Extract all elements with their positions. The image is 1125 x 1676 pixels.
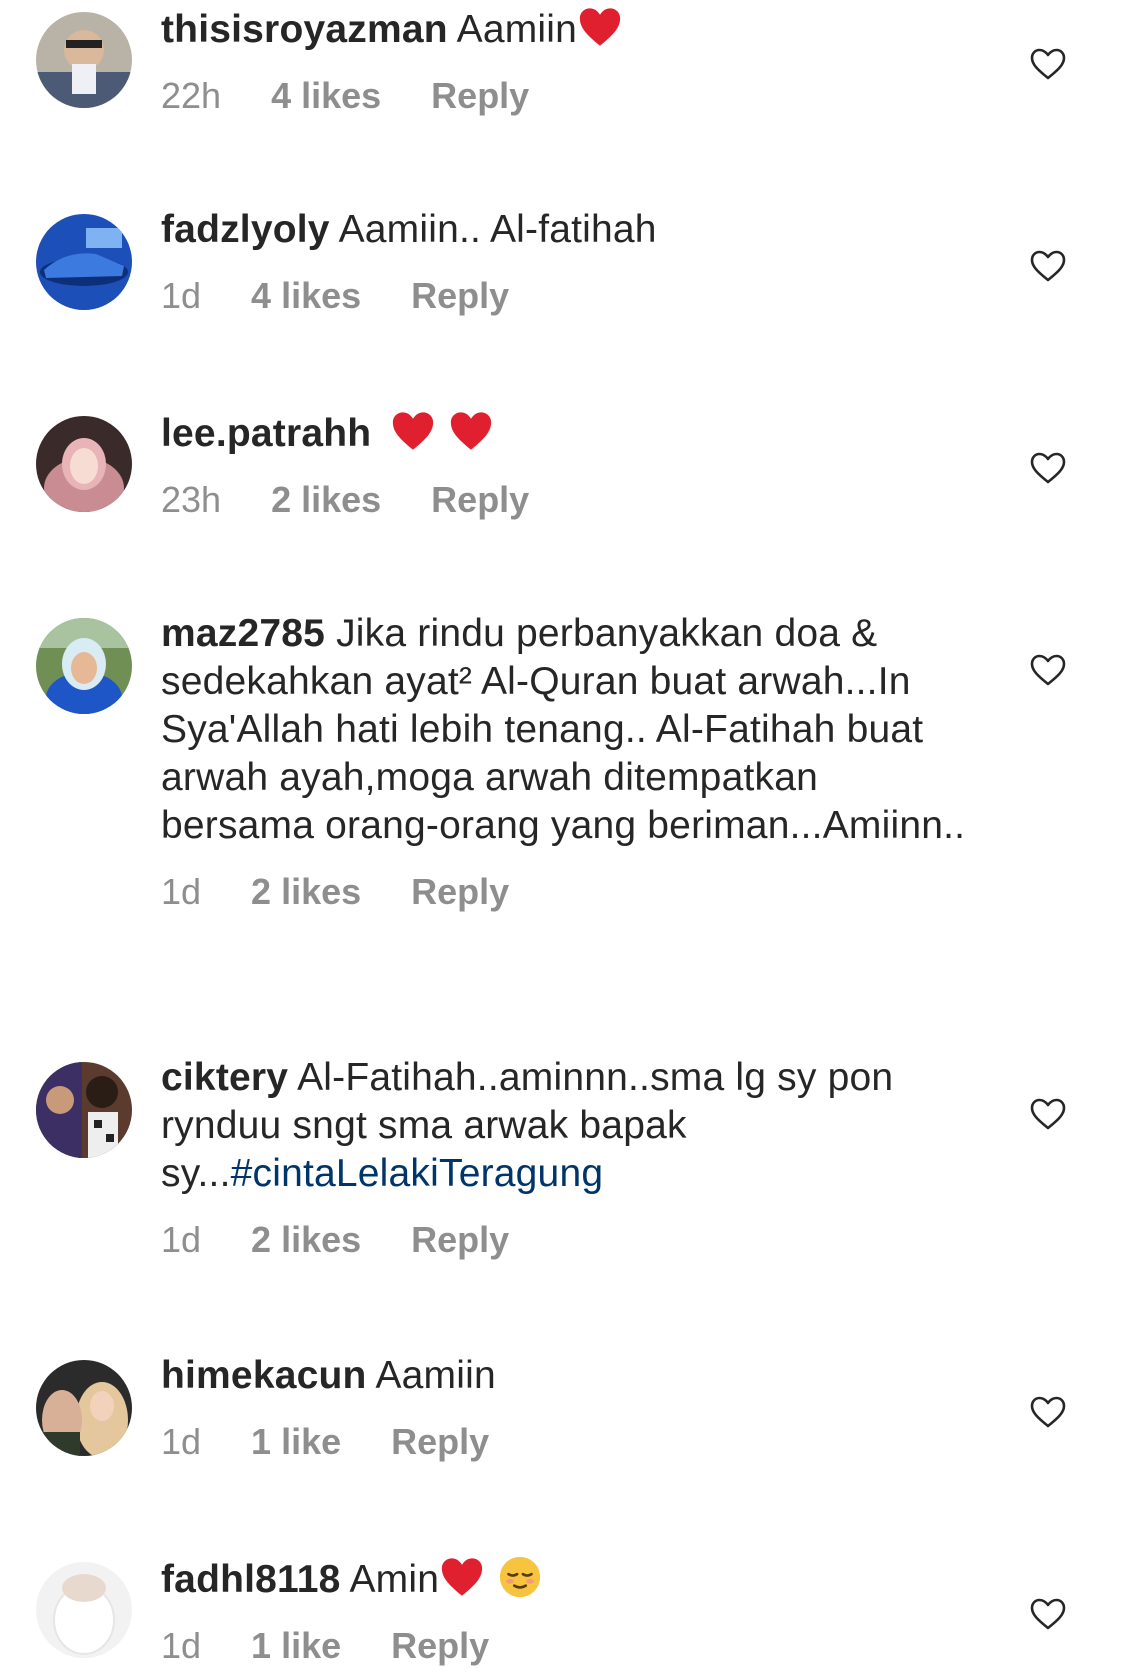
- comment-time: 22h: [161, 75, 222, 116]
- avatar[interactable]: [36, 12, 132, 108]
- comment-text: Aamiin: [375, 1354, 496, 1397]
- comment-time: 1d: [161, 871, 202, 912]
- reply-button[interactable]: Reply: [391, 1626, 489, 1666]
- reply-button[interactable]: Reply: [411, 872, 509, 912]
- red-heart-emoji-icon: [451, 412, 492, 450]
- comment-username[interactable]: maz2785: [161, 612, 325, 655]
- comment-username[interactable]: thisisroyazman: [161, 8, 448, 51]
- heart-outline-icon[interactable]: [1028, 1096, 1068, 1132]
- comment-text: Aamiin: [456, 8, 578, 51]
- avatar[interactable]: [36, 1562, 132, 1658]
- reply-button[interactable]: Reply: [411, 1220, 509, 1260]
- reply-button[interactable]: Reply: [431, 480, 529, 520]
- heart-outline-icon[interactable]: [1028, 248, 1068, 284]
- comment-time: 1d: [161, 1625, 202, 1666]
- comment-time: 23h: [161, 479, 222, 520]
- heart-outline-icon[interactable]: [1028, 450, 1068, 486]
- comment-username[interactable]: fadhl8118: [161, 1558, 341, 1601]
- comment-likes-count[interactable]: 1 like: [251, 1626, 341, 1666]
- comment-text: Amin: [349, 1558, 440, 1601]
- comment-time: 1d: [161, 1219, 202, 1260]
- avatar[interactable]: [36, 1062, 132, 1158]
- comment-username[interactable]: lee.patrahh: [161, 412, 371, 455]
- heart-outline-icon[interactable]: [1028, 1394, 1068, 1430]
- comment-likes-count[interactable]: 2 likes: [251, 872, 361, 912]
- heart-outline-icon[interactable]: [1028, 46, 1068, 82]
- red-heart-emoji-icon: [393, 412, 434, 450]
- relieved-face-emoji-icon: [500, 1556, 541, 1598]
- red-heart-emoji-icon: [579, 8, 621, 46]
- avatar[interactable]: [36, 1360, 132, 1456]
- heart-outline-icon[interactable]: [1028, 652, 1068, 688]
- reply-button[interactable]: Reply: [391, 1422, 489, 1462]
- comment-username[interactable]: ciktery: [161, 1056, 288, 1099]
- comment-likes-count[interactable]: 4 likes: [251, 276, 361, 316]
- comment-likes-count[interactable]: 4 likes: [271, 76, 381, 116]
- hashtag-link[interactable]: #cintaLelakiTeragung: [231, 1152, 604, 1195]
- comment-username[interactable]: fadzlyoly: [161, 208, 330, 251]
- comment-likes-count[interactable]: 2 likes: [251, 1220, 361, 1260]
- red-heart-emoji-icon: [442, 1558, 483, 1596]
- comment-username[interactable]: himekacun: [161, 1354, 367, 1397]
- comment-time: 1d: [161, 275, 202, 316]
- heart-outline-icon[interactable]: [1028, 1596, 1068, 1632]
- reply-button[interactable]: Reply: [411, 276, 509, 316]
- comment-likes-count[interactable]: 1 like: [251, 1422, 341, 1462]
- avatar[interactable]: [36, 214, 132, 310]
- comment-likes-count[interactable]: 2 likes: [271, 480, 381, 520]
- comment-text: Aamiin.. Al-fatihah: [338, 208, 657, 251]
- avatar[interactable]: [36, 416, 132, 512]
- avatar[interactable]: [36, 618, 132, 714]
- reply-button[interactable]: Reply: [431, 76, 529, 116]
- comment-time: 1d: [161, 1421, 202, 1462]
